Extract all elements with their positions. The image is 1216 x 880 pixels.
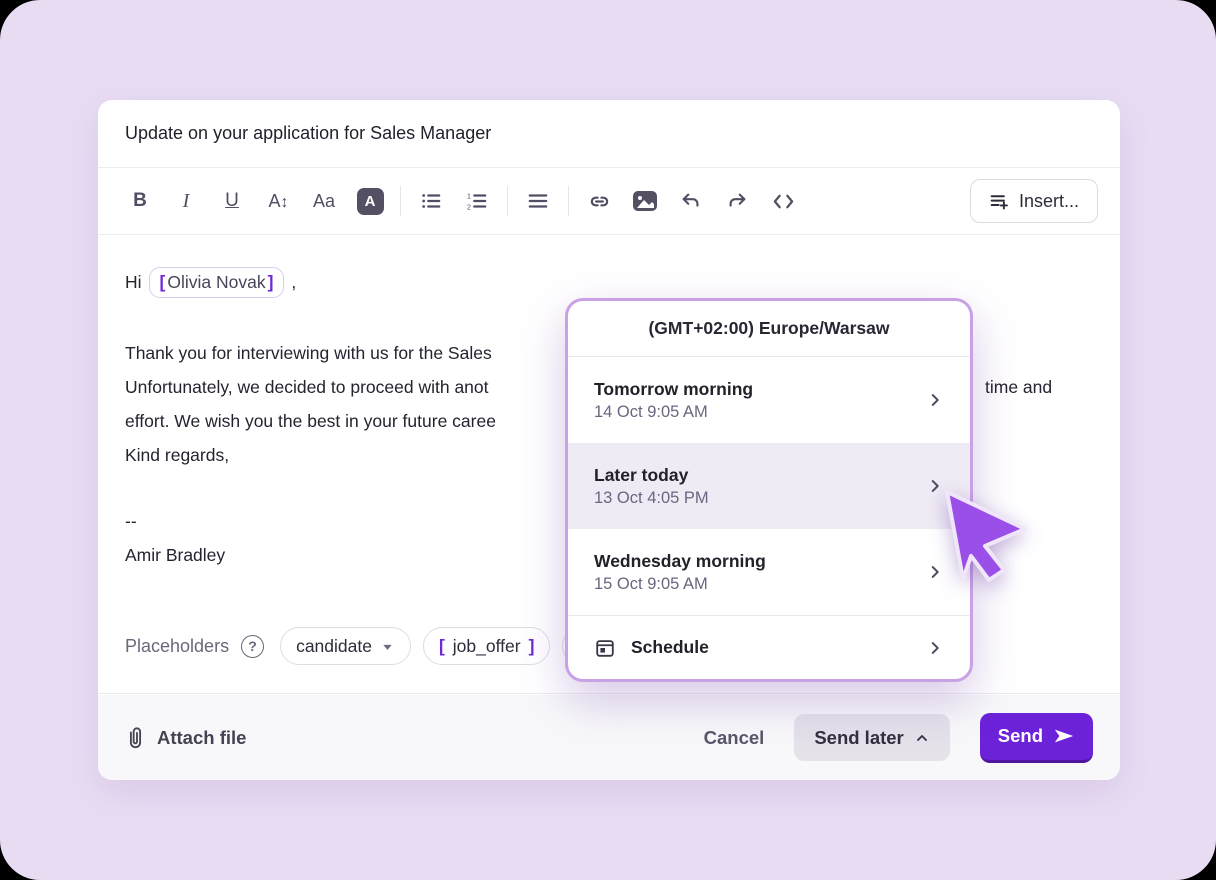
timezone-header: (GMT+02:00) Europe/Warsaw	[568, 301, 970, 357]
svg-text:2: 2	[467, 202, 471, 211]
redo-button[interactable]	[717, 181, 757, 221]
send-button[interactable]: Send	[980, 713, 1093, 763]
bullet-list-icon	[420, 190, 442, 212]
body-line-left-fragment: Unfortunately, we decided to proceed wit…	[125, 377, 489, 397]
candidate-placeholder-label: candidate	[296, 636, 372, 657]
option-tomorrow-morning[interactable]: Tomorrow morning 14 Oct 9:05 AM	[568, 357, 970, 443]
image-icon	[632, 188, 658, 214]
chevron-up-icon	[914, 730, 930, 746]
text-case-button[interactable]: Aa	[304, 181, 344, 221]
mouse-cursor-pointer	[933, 478, 1043, 593]
chip-close-bracket: ]	[268, 269, 274, 295]
text-size-button[interactable]: A↕	[258, 181, 298, 221]
subject-text[interactable]: Update on your application for Sales Man…	[125, 123, 491, 144]
link-icon	[588, 190, 611, 213]
placeholders-label: Placeholders	[125, 636, 229, 657]
link-button[interactable]	[579, 181, 619, 221]
attach-file-button[interactable]: Attach file	[125, 726, 246, 750]
toolbar-separator	[400, 186, 401, 216]
chevron-down-icon	[380, 639, 395, 654]
job-offer-label: job_offer	[453, 636, 521, 657]
send-later-popup: (GMT+02:00) Europe/Warsaw Tomorrow morni…	[565, 298, 973, 682]
paperclip-icon	[125, 726, 146, 750]
undo-icon	[680, 190, 702, 212]
underline-button[interactable]: U	[212, 181, 252, 221]
candidate-name-chip[interactable]: [ Olivia Novak ]	[149, 267, 285, 298]
toolbar-separator	[507, 186, 508, 216]
send-later-label: Send later	[814, 727, 903, 749]
ordered-list-button[interactable]: 1 2	[457, 181, 497, 221]
text-size-icon: A↕	[268, 191, 287, 212]
formatting-toolbar: B I U A↕ Aa A 1 2	[98, 168, 1120, 235]
chip-name-text: Olivia Novak	[165, 269, 267, 295]
insert-button[interactable]: Insert...	[970, 179, 1098, 223]
help-icon[interactable]: ?	[241, 635, 264, 658]
option-title: Tomorrow morning	[594, 379, 753, 400]
font-color-icon: A	[357, 188, 384, 215]
insert-button-label: Insert...	[1019, 191, 1079, 212]
option-datetime: 15 Oct 9:05 AM	[594, 575, 766, 594]
option-later-today[interactable]: Later today 13 Oct 4:05 PM	[568, 443, 970, 529]
chevron-right-icon	[926, 391, 944, 409]
send-icon	[1053, 725, 1075, 747]
composer-footer: Attach file Cancel Send later Send	[98, 695, 1120, 780]
job-offer-placeholder-chip[interactable]: [ job_offer ]	[423, 627, 550, 665]
option-datetime: 14 Oct 9:05 AM	[594, 403, 753, 422]
ordered-list-icon: 1 2	[466, 190, 488, 212]
align-button[interactable]	[518, 181, 558, 221]
send-label: Send	[998, 725, 1043, 747]
chevron-right-icon	[926, 639, 944, 657]
bold-button[interactable]: B	[120, 181, 160, 221]
body-line-right-fragment: time and	[985, 370, 1052, 404]
candidate-placeholder-dropdown[interactable]: candidate	[280, 627, 411, 665]
bullet-list-button[interactable]	[411, 181, 451, 221]
schedule-option[interactable]: Schedule	[568, 615, 970, 679]
image-button[interactable]	[625, 181, 665, 221]
align-icon	[527, 190, 549, 212]
job-offer-close-bracket: ]	[529, 636, 535, 657]
greeting-prefix: Hi	[125, 265, 142, 299]
send-later-button[interactable]: Send later	[794, 714, 949, 761]
schedule-label: Schedule	[631, 637, 926, 658]
cancel-button[interactable]: Cancel	[704, 727, 765, 749]
undo-button[interactable]	[671, 181, 711, 221]
font-color-button[interactable]: A	[350, 181, 390, 221]
attach-file-label: Attach file	[157, 727, 246, 749]
option-wednesday-morning[interactable]: Wednesday morning 15 Oct 9:05 AM	[568, 529, 970, 615]
option-title: Later today	[594, 465, 709, 486]
svg-text:1: 1	[467, 191, 471, 200]
greeting-line: Hi [ Olivia Novak ] ,	[125, 265, 1093, 299]
code-icon	[772, 190, 795, 213]
email-composer-screen: Update on your application for Sales Man…	[0, 0, 1216, 880]
option-title: Wednesday morning	[594, 551, 766, 572]
code-button[interactable]	[763, 181, 803, 221]
insert-list-plus-icon	[989, 191, 1010, 212]
job-offer-open-bracket: [	[439, 636, 445, 657]
calendar-icon	[594, 637, 616, 659]
italic-button[interactable]: I	[166, 181, 206, 221]
subject-row: Update on your application for Sales Man…	[98, 100, 1120, 168]
toolbar-separator	[568, 186, 569, 216]
option-datetime: 13 Oct 4:05 PM	[594, 489, 709, 508]
greeting-suffix: ,	[291, 265, 296, 299]
redo-icon	[726, 190, 748, 212]
